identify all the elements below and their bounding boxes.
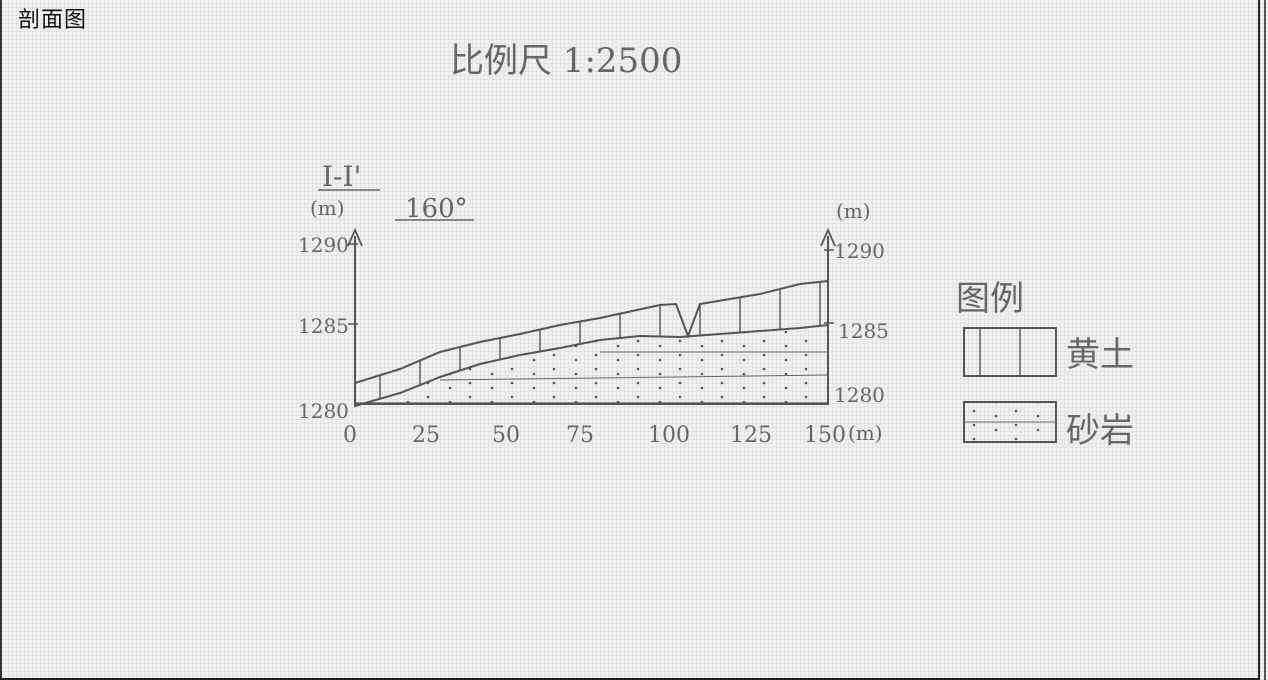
left-axis-unit: (m) [310, 196, 345, 220]
right-tick-label: 1285 [838, 319, 889, 343]
scale-text: 比例尺 1:2500 [450, 41, 682, 81]
left-tick-label: 1285 [298, 314, 349, 338]
right-tick-label: 1280 [834, 383, 885, 407]
x-axis-unit: (m) [848, 421, 883, 445]
x-tick-label: 75 [566, 423, 594, 448]
legend-label-sandstone: 砂岩 [1066, 411, 1134, 451]
legend-title: 图例 [956, 279, 1024, 319]
right-axis-unit: (m) [836, 199, 871, 223]
cross-section-drawing: 比例尺 1:2500 I-I' 160° (m) 1290 1285 1280 … [298, 41, 1134, 451]
legend-label-loess: 黄土 [1066, 335, 1134, 375]
section-label: I-I' [322, 160, 361, 193]
x-tick-label: 150 [804, 423, 846, 448]
x-tick-label: 25 [412, 423, 440, 448]
left-tick-label: 1280 [298, 399, 349, 423]
x-tick-label: 50 [492, 423, 520, 448]
x-tick-label: 100 [648, 423, 690, 448]
x-tick-label: 125 [730, 423, 772, 448]
x-tick-label: 0 [343, 423, 357, 448]
scanned-page: 剖面图 比例尺 1:2500 I-I' 160° (m) 1290 1285 1… [0, 0, 1268, 680]
legend-swatch-loess [963, 327, 1057, 377]
right-tick-label: 1290 [834, 239, 885, 263]
left-tick-label: 1290 [298, 233, 349, 257]
